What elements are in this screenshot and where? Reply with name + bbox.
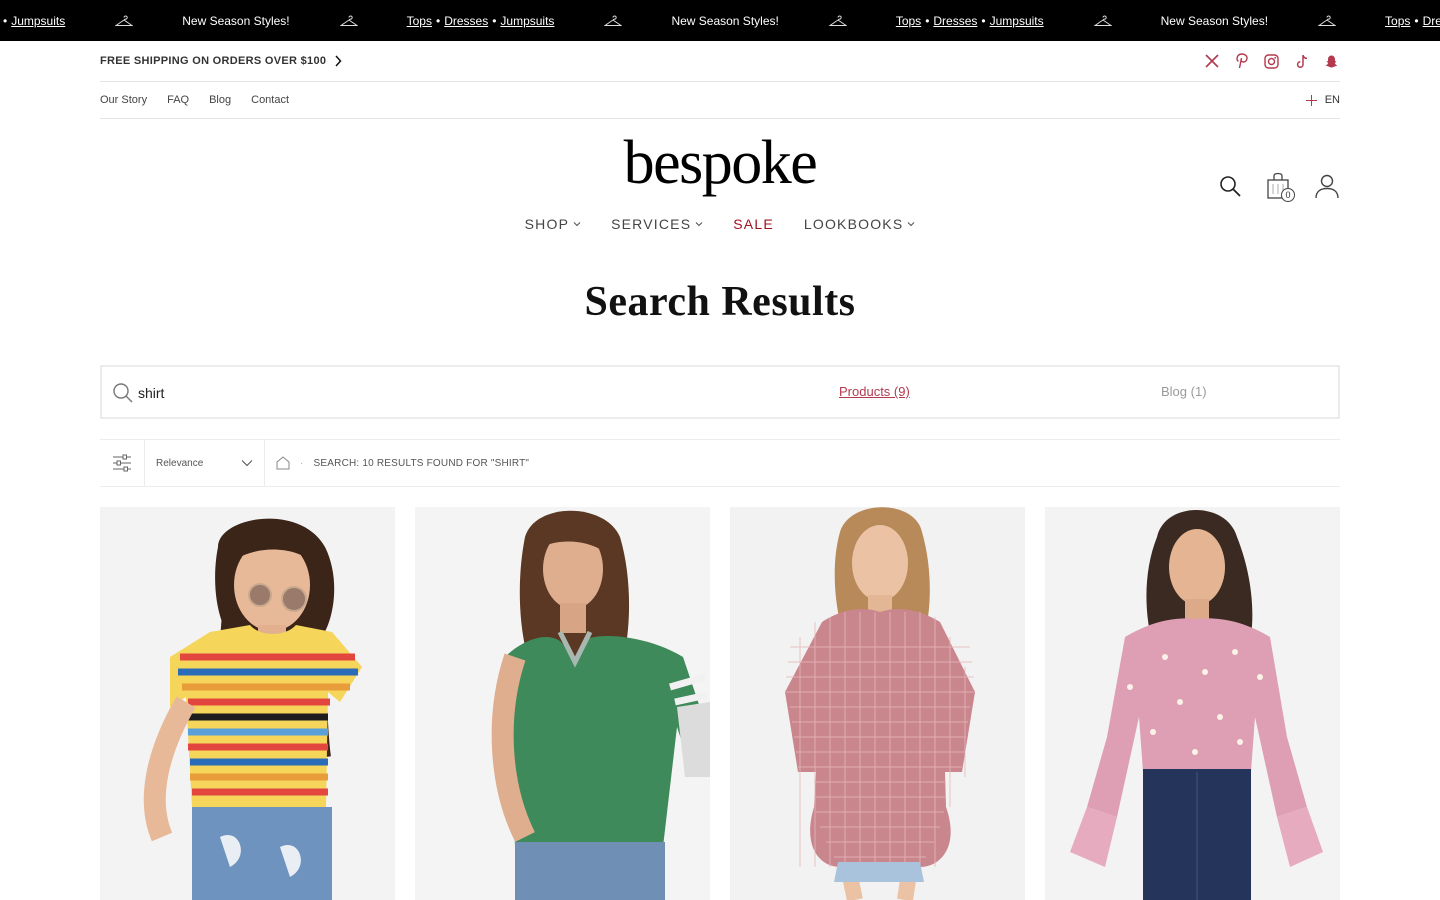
product-card[interactable] (730, 507, 1025, 900)
nav-services-label: SERVICES (611, 216, 692, 232)
sort-selected-value: Relevance (156, 457, 204, 469)
breadcrumb: · SEARCH: 10 RESULTS FOUND FOR "SHIRT" (265, 456, 529, 470)
utility-link-faq[interactable]: FAQ (167, 94, 189, 106)
instagram-icon[interactable] (1263, 53, 1280, 70)
page-title: Search Results (584, 279, 856, 325)
product-card[interactable] (1045, 507, 1340, 900)
ticker-links: Tops•Dresses•Jumpsuits (896, 14, 1044, 28)
ticker-link-dresses[interactable]: Dresses (933, 14, 977, 28)
cart-count-badge: 0 (1281, 188, 1295, 202)
ticker-link-jumpsuits[interactable]: Jumpsuits (500, 14, 554, 28)
nav-lookbooks-label: LOOKBOOKS (803, 216, 904, 232)
results-toolbar: Relevance · SEARCH: 10 RESULTS FOUND FOR… (100, 439, 1340, 487)
breadcrumb-separator: · (300, 457, 304, 469)
hanger-icon (1093, 15, 1112, 26)
utility-nav: Our Story FAQ Blog Contact EN (100, 82, 1340, 119)
hanger-icon (828, 15, 847, 26)
main-nav: SHOP SERVICES SALE LOOKBOOKS (0, 216, 1440, 232)
ticker-link-dresses[interactable]: Dresses (444, 14, 488, 28)
ticker-links: Tops•Dresses•Jumpsuits (1385, 14, 1440, 28)
chevron-down-icon (907, 222, 915, 227)
hanger-icon (604, 15, 623, 26)
search-input[interactable] (138, 379, 738, 407)
ticker-promo: New Season Styles! (671, 13, 779, 28)
utility-links: Our Story FAQ Blog Contact (100, 94, 289, 106)
search-tab-products[interactable]: Products (9) (839, 384, 910, 399)
nav-lookbooks[interactable]: LOOKBOOKS (804, 216, 916, 232)
product-card[interactable] (100, 507, 395, 900)
ticker-links: Tops•Dresses•Jumpsuits (407, 14, 555, 28)
product-card[interactable] (415, 507, 710, 900)
header-actions: 0 (1218, 172, 1340, 202)
cart-icon[interactable]: 0 (1266, 172, 1295, 202)
filter-button[interactable] (100, 440, 145, 486)
chevron-down-icon (573, 222, 581, 227)
chevron-down-icon (695, 222, 703, 227)
home-icon[interactable] (276, 456, 290, 470)
green-varsity-vneck-image (415, 507, 710, 900)
utility-link-our-story[interactable]: Our Story (100, 94, 147, 106)
nav-sale-label: SALE (733, 216, 774, 232)
pink-gingham-blouse-image (730, 507, 1025, 900)
filter-sliders-icon (113, 454, 131, 472)
search-icon (113, 383, 133, 403)
shipping-row: FREE SHIPPING ON ORDERS OVER $100 (100, 41, 1340, 82)
nav-sale[interactable]: SALE (733, 216, 774, 232)
ticker-links: • Jumpsuits (3, 14, 65, 28)
ticker-track: • Jumpsuits New Season Styles! Tops • Dress… (0, 0, 1440, 41)
language-selector[interactable]: EN (1305, 94, 1340, 106)
free-shipping-link[interactable]: FREE SHIPPING ON ORDERS OVER $100 (100, 55, 342, 67)
announcement-bar: • Jumpsuits New Season Styles! Tops • Dress… (0, 0, 1440, 41)
ticker-separator: • (925, 13, 930, 28)
hanger-icon (1318, 15, 1337, 26)
ticker-separator: • (3, 13, 8, 28)
plus-icon (1305, 94, 1317, 106)
pink-pearl-bell-sleeve-blouse-image (1045, 507, 1340, 900)
ticker-link-jumpsuits[interactable]: Jumpsuits (990, 14, 1044, 28)
ticker-promo: New Season Styles! (182, 13, 290, 28)
ticker-promo: New Season Styles! (1160, 13, 1269, 28)
social-links (1203, 53, 1340, 70)
ticker-separator: • (435, 13, 441, 28)
chevron-down-icon (241, 460, 253, 467)
ticker-link-dresses[interactable]: Dresses (1423, 14, 1440, 28)
ticker-link-jumpsuits[interactable]: Jumpsuits (11, 14, 65, 28)
nav-services[interactable]: SERVICES (611, 216, 703, 232)
nav-shop[interactable]: SHOP (525, 216, 581, 232)
ticker-link-tops[interactable]: Tops (407, 14, 432, 28)
ticker-separator: • (981, 13, 986, 28)
snapchat-icon[interactable] (1323, 53, 1340, 70)
search-tab-blog[interactable]: Blog (1) (1161, 384, 1207, 399)
results-count-text: SEARCH: 10 RESULTS FOUND FOR "SHIRT" (313, 457, 530, 469)
x-icon[interactable] (1203, 53, 1220, 70)
search-icon[interactable] (1218, 172, 1244, 200)
search-bar: Products (9) Blog (1) (100, 365, 1340, 419)
hanger-icon (339, 15, 358, 26)
tiktok-icon[interactable] (1293, 53, 1310, 70)
hanger-icon (115, 15, 134, 26)
ticker-separator: • (1414, 13, 1419, 28)
account-icon[interactable] (1314, 172, 1340, 200)
utility-link-blog[interactable]: Blog (209, 94, 231, 106)
ticker-link-tops[interactable]: Tops (1385, 14, 1410, 28)
nav-shop-label: SHOP (524, 216, 570, 232)
striped-crop-tee-image (100, 507, 395, 900)
sort-select[interactable]: Relevance (145, 440, 265, 486)
utility-link-contact[interactable]: Contact (251, 94, 289, 106)
product-grid (100, 507, 1340, 900)
chevron-right-icon (335, 55, 342, 67)
pinterest-icon[interactable] (1233, 53, 1250, 70)
ticker-link-tops[interactable]: Tops (896, 14, 921, 28)
ticker-separator: • (492, 13, 497, 28)
free-shipping-text: FREE SHIPPING ON ORDERS OVER $100 (100, 55, 327, 67)
language-label: EN (1324, 94, 1340, 106)
